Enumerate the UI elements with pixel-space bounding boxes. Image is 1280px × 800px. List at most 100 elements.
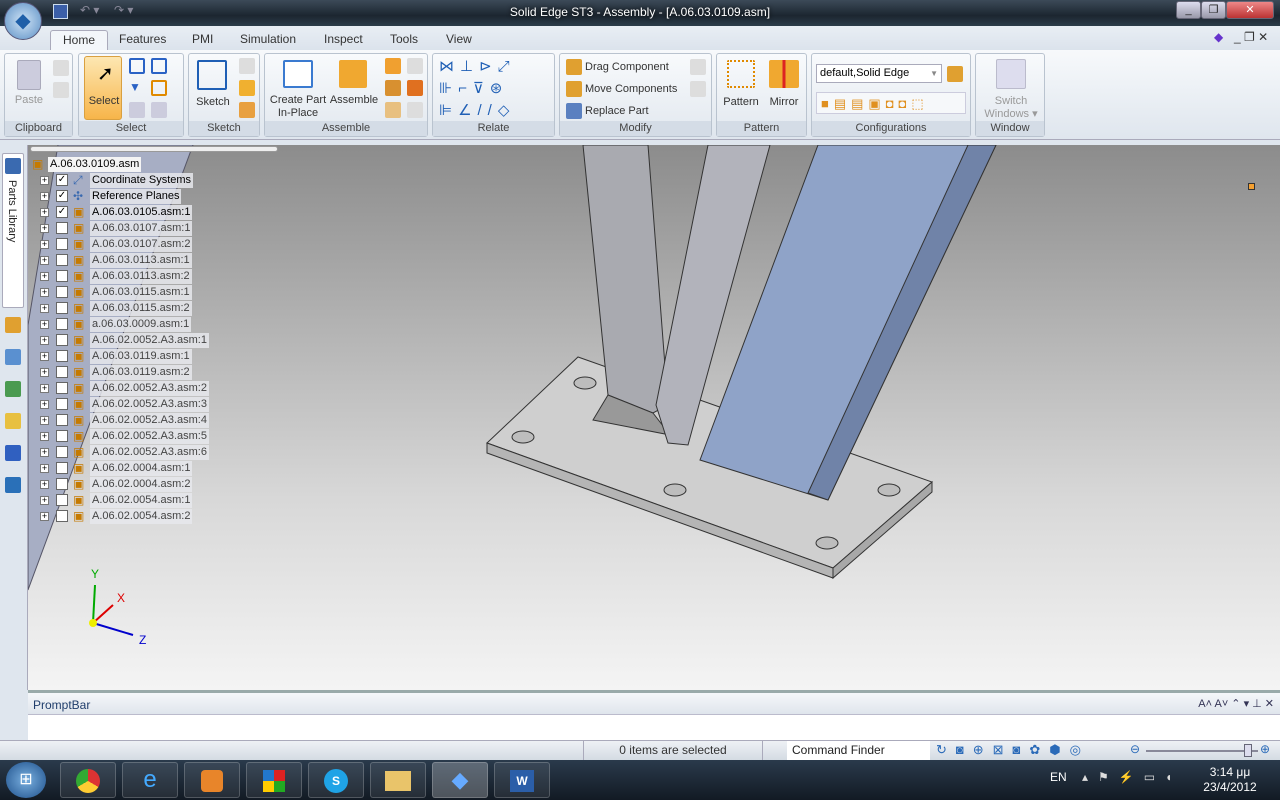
- help-icon[interactable]: ◆: [1214, 30, 1223, 44]
- expand-icon[interactable]: +: [40, 448, 49, 457]
- zoom-in-icon[interactable]: ⊕: [1260, 742, 1270, 756]
- visibility-checkbox[interactable]: [56, 382, 68, 394]
- expand-icon[interactable]: +: [40, 464, 49, 473]
- zoom-out-icon[interactable]: ⊖: [1130, 742, 1140, 756]
- visibility-checkbox[interactable]: [56, 302, 68, 314]
- visibility-checkbox[interactable]: [56, 398, 68, 410]
- start-button[interactable]: ⊞: [6, 762, 46, 798]
- visibility-checkbox[interactable]: [56, 254, 68, 266]
- expand-icon[interactable]: +: [40, 416, 49, 425]
- visibility-checkbox[interactable]: [56, 414, 68, 426]
- filter-icon[interactable]: ▼: [129, 80, 145, 96]
- replace-part-button[interactable]: Replace Part: [585, 105, 649, 118]
- project-icon[interactable]: [239, 80, 255, 96]
- solid-edge-taskbar-button[interactable]: ◆: [432, 762, 488, 798]
- visibility-checkbox[interactable]: ✓: [56, 174, 68, 186]
- replace-icon[interactable]: [407, 80, 423, 96]
- mirror-button[interactable]: Mirror: [763, 96, 805, 109]
- move-components-button[interactable]: Move Components: [585, 83, 677, 96]
- layers-icon[interactable]: [5, 349, 21, 365]
- undo-icon[interactable]: ↶ ▾: [80, 3, 99, 17]
- sensors-icon[interactable]: [5, 381, 21, 397]
- tab-tools[interactable]: Tools: [378, 30, 430, 50]
- configuration-select[interactable]: default,Solid Edge ▼: [816, 64, 942, 83]
- expand-icon[interactable]: +: [40, 256, 49, 265]
- visibility-checkbox[interactable]: [56, 334, 68, 346]
- select-button[interactable]: ➚ Select: [84, 56, 122, 120]
- visibility-checkbox[interactable]: [56, 430, 68, 442]
- fastener-icon[interactable]: [385, 80, 401, 96]
- tab-simulation[interactable]: Simulation: [228, 30, 308, 50]
- assemble-button[interactable]: Assemble: [329, 94, 379, 107]
- cut-icon[interactable]: [53, 60, 69, 76]
- edit-sketch-icon[interactable]: [239, 102, 255, 118]
- zoom-slider[interactable]: ⊖ ⊕: [1130, 742, 1276, 758]
- disperse-icon[interactable]: [407, 102, 423, 118]
- expand-icon[interactable]: +: [40, 512, 49, 521]
- save-config-icon[interactable]: [947, 66, 963, 82]
- expand-icon[interactable]: +: [40, 304, 49, 313]
- expand-icon[interactable]: +: [40, 192, 49, 201]
- graphics-viewport[interactable]: ▣ A.06.03.0109.asm + ✓ ⤢ Coordinate Systems…: [28, 145, 1280, 690]
- relate-icons[interactable]: ⋈⊥⊳⤢ ⊪⌐⊽⊛ ⊫∠//◇: [439, 56, 551, 122]
- expand-icon[interactable]: +: [40, 224, 49, 233]
- visibility-checkbox[interactable]: [56, 494, 68, 506]
- visibility-checkbox[interactable]: [56, 270, 68, 282]
- config-tools[interactable]: ■▤▤▣◘◘⬚: [816, 92, 966, 114]
- visibility-checkbox[interactable]: [56, 222, 68, 234]
- visibility-checkbox[interactable]: [56, 510, 68, 522]
- tab-home[interactable]: Home: [50, 30, 109, 50]
- language-indicator[interactable]: EN: [1050, 770, 1067, 784]
- zoom-slider-thumb[interactable]: [1244, 744, 1252, 757]
- word-taskbar-button[interactable]: W: [494, 762, 550, 798]
- doc-window-controls[interactable]: _ ❐ ✕: [1234, 30, 1268, 44]
- tab-features[interactable]: Features: [107, 30, 178, 50]
- select-parts-icon[interactable]: [151, 80, 167, 96]
- visibility-checkbox[interactable]: [56, 318, 68, 330]
- new-part-icon[interactable]: [385, 102, 401, 118]
- pattern-button[interactable]: Pattern: [719, 96, 763, 109]
- expand-icon[interactable]: +: [40, 176, 49, 185]
- visibility-checkbox[interactable]: ✓: [56, 190, 68, 202]
- chrome-taskbar-button[interactable]: [60, 762, 116, 798]
- create-part-in-place-button[interactable]: Create Part In-Place: [265, 94, 331, 120]
- expand-icon[interactable]: +: [40, 336, 49, 345]
- redo-icon[interactable]: ↷ ▾: [114, 3, 133, 17]
- skype-taskbar-button[interactable]: S: [308, 762, 364, 798]
- close-button[interactable]: ✕: [1226, 1, 1274, 19]
- select-tools-icon[interactable]: [5, 413, 21, 429]
- appearance-icon[interactable]: [5, 445, 21, 461]
- copy-icon[interactable]: [53, 82, 69, 98]
- parts-library-tab[interactable]: Parts Library: [2, 153, 24, 308]
- tab-view[interactable]: View: [434, 30, 484, 50]
- switch-windows-button[interactable]: Switch Windows ▾: [976, 95, 1046, 121]
- visibility-checkbox[interactable]: [56, 286, 68, 298]
- expand-icon[interactable]: +: [40, 320, 49, 329]
- visibility-checkbox[interactable]: [56, 478, 68, 490]
- expand-icon[interactable]: +: [40, 368, 49, 377]
- select-box-icon[interactable]: [129, 58, 145, 74]
- media-player-taskbar-button[interactable]: [184, 762, 240, 798]
- tab-pmi[interactable]: PMI: [180, 30, 225, 50]
- minimize-button[interactable]: _: [1176, 1, 1201, 19]
- select-window-icon[interactable]: [151, 58, 167, 74]
- expand-icon[interactable]: +: [40, 480, 49, 489]
- insert-component-icon[interactable]: [385, 58, 401, 74]
- modify-tool-icon[interactable]: [690, 81, 706, 97]
- visibility-checkbox[interactable]: [56, 366, 68, 378]
- application-button[interactable]: ◆: [4, 2, 42, 40]
- quick-pick-icon[interactable]: [129, 102, 145, 118]
- ie-taskbar-button[interactable]: e: [122, 762, 178, 798]
- restore-button[interactable]: ❐: [1201, 1, 1226, 19]
- tree-scrollbar[interactable]: [30, 146, 278, 152]
- select-tools-icon[interactable]: [151, 102, 167, 118]
- clock[interactable]: 3:14 μμ 23/4/2012: [1190, 765, 1270, 795]
- sketch-tool-icon[interactable]: [239, 58, 255, 74]
- tray-icons[interactable]: ▴⚑⚡▭◖: [1082, 770, 1182, 784]
- tab-inspect[interactable]: Inspect: [312, 30, 375, 50]
- explorer-taskbar-button[interactable]: [370, 762, 426, 798]
- pathfinder-icon[interactable]: [5, 317, 21, 333]
- expand-icon[interactable]: +: [40, 288, 49, 297]
- visibility-checkbox[interactable]: [56, 446, 68, 458]
- command-finder-input[interactable]: Command Finder: [787, 741, 930, 760]
